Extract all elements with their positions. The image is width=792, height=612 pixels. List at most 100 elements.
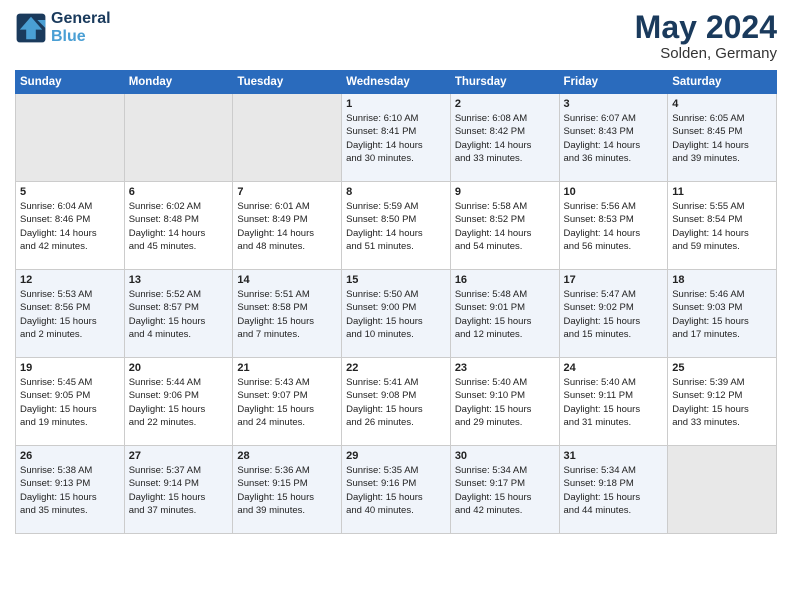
calendar-cell: 25Sunrise: 5:39 AMSunset: 9:12 PMDayligh… [668, 358, 777, 446]
cell-text-line: Daylight: 14 hours [672, 227, 772, 240]
cell-text-line: Sunset: 8:42 PM [455, 125, 555, 138]
cell-text-line: Daylight: 15 hours [346, 403, 446, 416]
calendar-cell: 14Sunrise: 5:51 AMSunset: 8:58 PMDayligh… [233, 270, 342, 358]
cell-text-line: Sunrise: 5:47 AM [564, 288, 664, 301]
cell-text-line: Sunrise: 5:38 AM [20, 464, 120, 477]
calendar-cell: 3Sunrise: 6:07 AMSunset: 8:43 PMDaylight… [559, 94, 668, 182]
cell-text-line: and 24 minutes. [237, 416, 337, 429]
cell-text-line: Sunset: 8:49 PM [237, 213, 337, 226]
cell-text-line: Sunset: 9:07 PM [237, 389, 337, 402]
cell-text-line: and 42 minutes. [20, 240, 120, 253]
day-number: 17 [564, 274, 664, 286]
cell-text-line: Sunset: 9:17 PM [455, 477, 555, 490]
day-number: 20 [129, 362, 229, 374]
cell-text-line: and 12 minutes. [455, 328, 555, 341]
cell-text-line: Daylight: 15 hours [129, 315, 229, 328]
day-number: 22 [346, 362, 446, 374]
cell-text-line: and 59 minutes. [672, 240, 772, 253]
cell-text-line: Daylight: 15 hours [346, 315, 446, 328]
cell-text-line: Sunrise: 5:52 AM [129, 288, 229, 301]
cell-text-line: Sunrise: 5:34 AM [564, 464, 664, 477]
cell-text-line: Sunset: 9:08 PM [346, 389, 446, 402]
day-number: 25 [672, 362, 772, 374]
cell-text-line: Daylight: 15 hours [237, 403, 337, 416]
calendar-row: 26Sunrise: 5:38 AMSunset: 9:13 PMDayligh… [16, 446, 777, 534]
cell-text-line: Sunrise: 5:45 AM [20, 376, 120, 389]
cell-text-line: Sunrise: 5:37 AM [129, 464, 229, 477]
cell-text-line: Sunrise: 5:43 AM [237, 376, 337, 389]
calendar-cell [124, 94, 233, 182]
calendar-cell: 13 Sunrise: 5:52 AMSunset: 8:57 PMDayligh… [124, 270, 233, 358]
calendar-page: General Blue May 2024 Solden, Germany Su… [0, 0, 792, 544]
day-number: 11 [672, 186, 772, 198]
cell-text-line: Sunrise: 6:01 AM [237, 200, 337, 213]
cell-text-line: Daylight: 14 hours [346, 227, 446, 240]
cell-text-line: Sunset: 9:14 PM [129, 477, 229, 490]
cell-text-line: and 42 minutes. [455, 504, 555, 517]
cell-text-line: Sunrise: 6:07 AM [564, 112, 664, 125]
cell-text-line: Sunset: 9:18 PM [564, 477, 664, 490]
cell-text-line: Sunrise: 5:39 AM [672, 376, 772, 389]
calendar-cell: 31Sunrise: 5:34 AMSunset: 9:18 PMDayligh… [559, 446, 668, 534]
day-number: 31 [564, 450, 664, 462]
cell-text-line: Sunset: 9:00 PM [346, 301, 446, 314]
cell-text-line: Daylight: 15 hours [455, 315, 555, 328]
calendar-cell: 9Sunrise: 5:58 AMSunset: 8:52 PMDaylight… [450, 182, 559, 270]
cell-text-line: Sunset: 9:06 PM [129, 389, 229, 402]
calendar-cell: 28Sunrise: 5:36 AMSunset: 9:15 PMDayligh… [233, 446, 342, 534]
cell-text-line: Sunrise: 6:04 AM [20, 200, 120, 213]
cell-text-line: Daylight: 14 hours [129, 227, 229, 240]
calendar-cell: 16Sunrise: 5:48 AMSunset: 9:01 PMDayligh… [450, 270, 559, 358]
cell-text-line: Sunset: 9:10 PM [455, 389, 555, 402]
day-number: 23 [455, 362, 555, 374]
cell-text-line: and 15 minutes. [564, 328, 664, 341]
cell-text-line: and 33 minutes. [672, 416, 772, 429]
calendar-row: 5Sunrise: 6:04 AMSunset: 8:46 PMDaylight… [16, 182, 777, 270]
day-number: 3 [564, 98, 664, 110]
cell-text-line: and 29 minutes. [455, 416, 555, 429]
cell-text-line: Daylight: 14 hours [564, 227, 664, 240]
cell-text-line: Sunrise: 5:40 AM [564, 376, 664, 389]
day-number: 6 [129, 186, 229, 198]
cell-text-line: Daylight: 15 hours [237, 315, 337, 328]
cell-text-line: Daylight: 15 hours [564, 403, 664, 416]
cell-text-line: Sunset: 8:45 PM [672, 125, 772, 138]
cell-text-line: Sunrise: 6:08 AM [455, 112, 555, 125]
cell-text-line: Daylight: 15 hours [20, 315, 120, 328]
day-number: 13 [129, 274, 229, 286]
day-number: 9 [455, 186, 555, 198]
calendar-cell: 17Sunrise: 5:47 AMSunset: 9:02 PMDayligh… [559, 270, 668, 358]
cell-text-line: Sunrise: 6:02 AM [129, 200, 229, 213]
day-number: 28 [237, 450, 337, 462]
cell-text-line: and 45 minutes. [129, 240, 229, 253]
cell-text-line: Daylight: 14 hours [237, 227, 337, 240]
day-number: 29 [346, 450, 446, 462]
cell-text-line: Sunset: 9:12 PM [672, 389, 772, 402]
cell-text-line: Sunset: 8:57 PM [129, 301, 229, 314]
calendar-cell: 1Sunrise: 6:10 AMSunset: 8:41 PMDaylight… [342, 94, 451, 182]
day-number: 30 [455, 450, 555, 462]
calendar-cell: 10Sunrise: 5:56 AMSunset: 8:53 PMDayligh… [559, 182, 668, 270]
day-number: 7 [237, 186, 337, 198]
weekday-header: Wednesday [342, 71, 451, 94]
weekday-header: Sunday [16, 71, 125, 94]
weekday-header: Friday [559, 71, 668, 94]
calendar-row: 19Sunrise: 5:45 AMSunset: 9:05 PMDayligh… [16, 358, 777, 446]
cell-text-line: Daylight: 14 hours [455, 139, 555, 152]
day-number: 4 [672, 98, 772, 110]
cell-text-line: Daylight: 15 hours [20, 403, 120, 416]
cell-text-line: and 54 minutes. [455, 240, 555, 253]
calendar-cell: 26Sunrise: 5:38 AMSunset: 9:13 PMDayligh… [16, 446, 125, 534]
day-number: 14 [237, 274, 337, 286]
cell-text-line: and 7 minutes. [237, 328, 337, 341]
day-number: 8 [346, 186, 446, 198]
cell-text-line: and 39 minutes. [672, 152, 772, 165]
cell-text-line: Daylight: 15 hours [455, 491, 555, 504]
cell-text-line: Daylight: 14 hours [672, 139, 772, 152]
cell-text-line: Daylight: 15 hours [129, 491, 229, 504]
cell-text-line: and 2 minutes. [20, 328, 120, 341]
day-number: 16 [455, 274, 555, 286]
cell-text-line: Daylight: 15 hours [237, 491, 337, 504]
calendar-cell: 12Sunrise: 5:53 AMSunset: 8:56 PMDayligh… [16, 270, 125, 358]
calendar-cell: 23Sunrise: 5:40 AMSunset: 9:10 PMDayligh… [450, 358, 559, 446]
